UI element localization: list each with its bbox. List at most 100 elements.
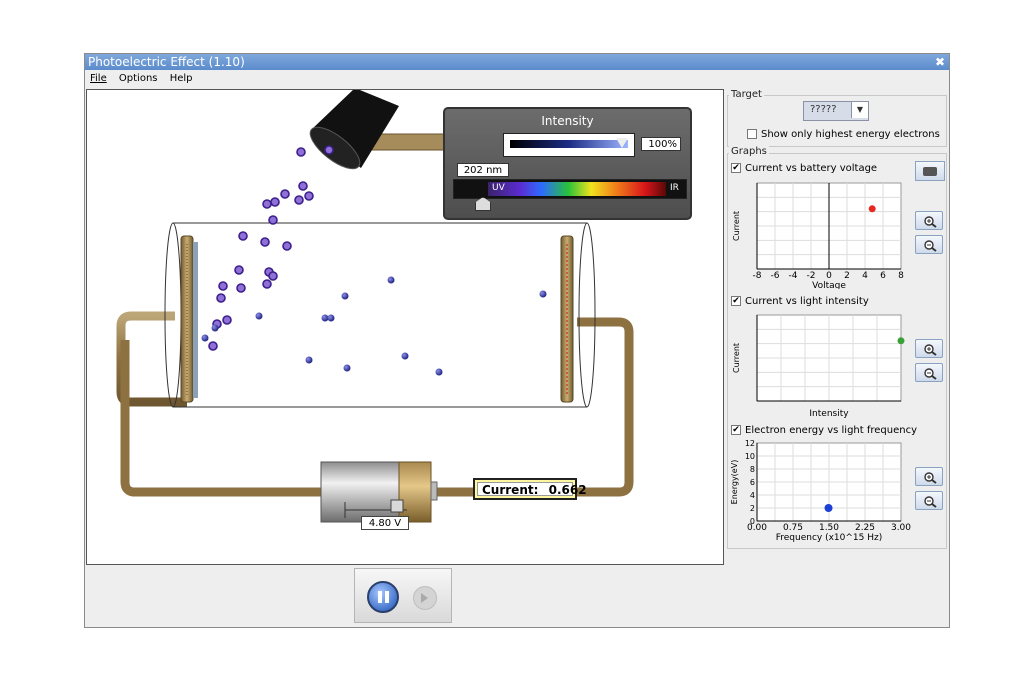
current-vs-intensity-graph: Intensity Current xyxy=(732,314,905,419)
intensity-slider-knob[interactable] xyxy=(616,138,628,148)
graph2-xlabel: Intensity xyxy=(809,409,849,419)
electrons xyxy=(201,276,547,376)
pause-button[interactable] xyxy=(367,581,399,613)
graph2-checkbox[interactable]: ✔ xyxy=(731,296,741,306)
collector-plate xyxy=(560,235,574,403)
graph1-checkbox[interactable]: ✔ xyxy=(731,163,741,173)
wavelength-slider-knob[interactable] xyxy=(475,197,491,211)
light-source-lamp xyxy=(309,88,399,170)
menu-options[interactable]: Options xyxy=(119,73,158,84)
chevron-down-icon[interactable]: ▼ xyxy=(851,102,868,118)
battery xyxy=(320,461,438,523)
simulation-stage: Intensity 100% 202 nm UV IR Current: 0.6… xyxy=(86,88,724,565)
current-label: Current: xyxy=(482,483,539,497)
graph3-data-point xyxy=(824,504,833,512)
x-tick-label: 4 xyxy=(862,271,868,281)
photon xyxy=(218,281,228,291)
title-bar: Photoelectric Effect (1.10) ✖ xyxy=(85,54,949,70)
photon xyxy=(280,189,290,199)
target-group-label: Target xyxy=(729,89,764,100)
photon xyxy=(222,315,232,325)
x-tick-label: 2 xyxy=(844,271,850,281)
electron xyxy=(211,324,219,332)
graph2-zoom-out-button[interactable] xyxy=(915,363,943,382)
current-readout: Current: 0.662 xyxy=(473,478,587,500)
electron xyxy=(343,364,351,372)
photon xyxy=(262,199,272,209)
battery-voltage-value[interactable]: 4.80 V xyxy=(361,516,409,530)
highest-energy-checkbox-row[interactable]: Show only highest energy electrons xyxy=(747,129,940,140)
vacuum-tube xyxy=(164,222,596,408)
y-tick-label: 4 xyxy=(750,491,755,500)
photon xyxy=(236,283,246,293)
graph2-checkbox-row[interactable]: ✔ Current vs light intensity xyxy=(731,296,869,307)
pause-icon xyxy=(378,591,382,603)
x-tick-label: 1.50 xyxy=(819,523,839,533)
target-dropdown[interactable]: ????? ▼ xyxy=(803,101,869,121)
x-tick-label: -6 xyxy=(771,271,780,281)
intensity-slider[interactable] xyxy=(503,133,635,157)
photon xyxy=(216,293,226,303)
step-button[interactable] xyxy=(413,586,437,610)
voltage-slider-knob[interactable] xyxy=(390,499,404,513)
graph3-xlabel: Frequency (x10^15 Hz) xyxy=(776,533,883,543)
photon xyxy=(304,191,314,201)
x-tick-label: 8 xyxy=(898,271,904,281)
electron xyxy=(327,314,335,322)
graph2-title: Current vs light intensity xyxy=(745,296,869,307)
zoom-out-icon xyxy=(924,240,937,252)
graph3-zoom-out-button[interactable] xyxy=(915,491,943,510)
graph3-ylabel: Energy(eV) xyxy=(730,460,739,505)
graph3-title: Electron energy vs light frequency xyxy=(745,425,918,436)
y-tick-label: 6 xyxy=(750,478,755,487)
zoom-in-icon xyxy=(924,344,937,356)
menu-bar: File Options Help xyxy=(85,70,949,87)
graph2-zoom-in-button[interactable] xyxy=(915,339,943,358)
graph1-checkbox-row[interactable]: ✔ Current vs battery voltage xyxy=(731,163,877,174)
photon xyxy=(234,265,244,275)
playback-controls xyxy=(354,568,452,623)
x-tick-label: 0.00 xyxy=(747,523,767,533)
photons xyxy=(208,145,334,351)
x-tick-label: 2.25 xyxy=(855,523,875,533)
intensity-title: Intensity xyxy=(541,114,594,128)
ir-label: IR xyxy=(670,183,679,193)
step-icon xyxy=(421,593,428,603)
photon xyxy=(268,215,278,225)
graph3-checkbox[interactable]: ✔ xyxy=(731,425,741,435)
menu-help[interactable]: Help xyxy=(170,73,193,84)
intensity-value[interactable]: 100% xyxy=(641,137,681,151)
graph1-title: Current vs battery voltage xyxy=(745,163,878,174)
graph3-zoom-in-button[interactable] xyxy=(915,467,943,486)
electron xyxy=(321,314,329,322)
camera-button[interactable] xyxy=(915,161,945,181)
graph1-xlabel: Voltage xyxy=(812,281,846,289)
pause-icon-bar xyxy=(385,591,389,603)
photon xyxy=(298,181,308,191)
graph1-data-point xyxy=(868,205,876,213)
x-tick-label: -2 xyxy=(807,271,816,281)
menu-file[interactable]: File xyxy=(90,73,107,84)
target-dropdown-value: ????? xyxy=(810,104,837,115)
photon xyxy=(262,279,272,289)
graph1-zoom-in-button[interactable] xyxy=(915,211,943,230)
graph2-data-point xyxy=(897,337,905,345)
window-title: Photoelectric Effect (1.10) xyxy=(88,55,245,69)
x-tick-label: -4 xyxy=(789,271,798,281)
graph1-zoom-out-button[interactable] xyxy=(915,235,943,254)
side-panel: Target ????? ▼ Show only highest energy … xyxy=(725,87,949,627)
photon xyxy=(294,195,304,205)
highest-energy-checkbox[interactable] xyxy=(747,129,757,139)
wavelength-value[interactable]: 202 nm xyxy=(457,163,509,177)
graph2-ylabel: Current xyxy=(732,343,741,373)
close-icon[interactable]: ✖ xyxy=(935,54,945,70)
graphs-group-label: Graphs xyxy=(729,146,769,157)
x-tick-label: 0 xyxy=(826,271,832,281)
photon xyxy=(238,231,248,241)
wavelength-slider[interactable]: UV IR xyxy=(453,179,687,199)
photon xyxy=(282,241,292,251)
zoom-in-icon xyxy=(924,472,937,484)
circuit-wire-bottom xyxy=(120,340,323,497)
x-tick-label: 3.00 xyxy=(891,523,911,533)
graph3-checkbox-row[interactable]: ✔ Electron energy vs light frequency xyxy=(731,425,917,436)
